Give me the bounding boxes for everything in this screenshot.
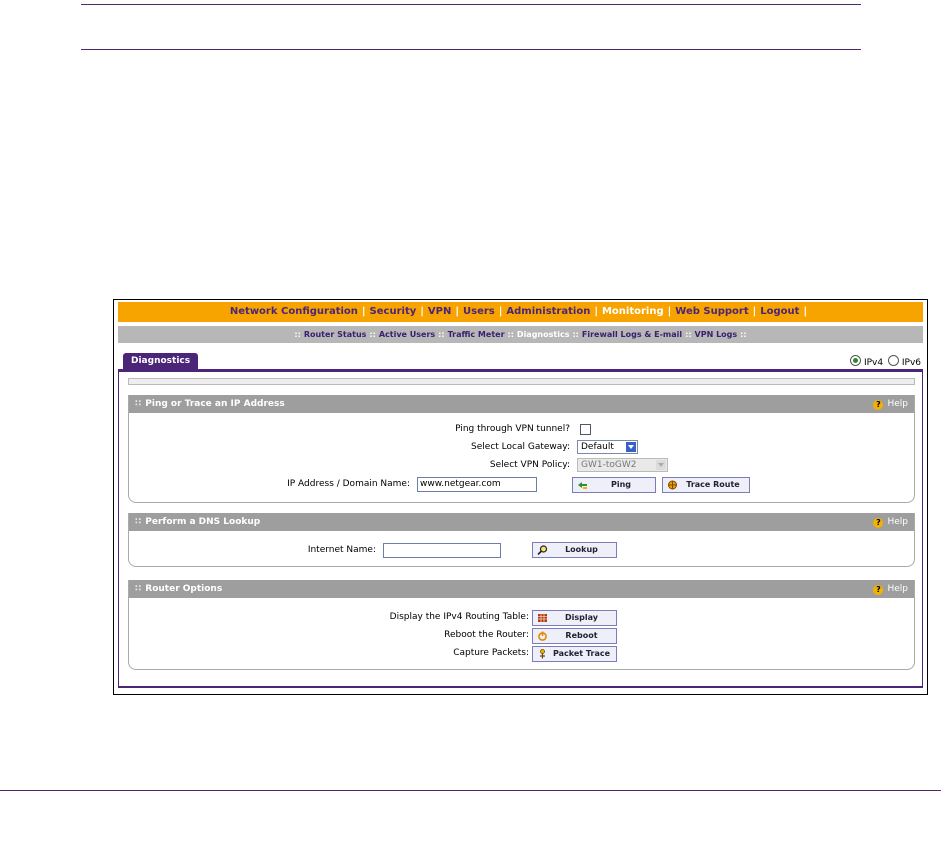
ipv4-radio[interactable] xyxy=(850,355,862,366)
internet-name-input[interactable] xyxy=(383,543,501,558)
ping-help[interactable]: ? Help xyxy=(873,395,908,413)
top-rule-2 xyxy=(81,49,861,50)
content-panel: ∷ Ping or Trace an IP Address ? Help Ping … xyxy=(118,372,923,688)
subnav-diagnostics[interactable]: Diagnostics xyxy=(517,330,570,339)
nav-separator: | xyxy=(752,306,757,317)
dns-section: ∷ Perform a DNS Lookup ? Help Internet Nam… xyxy=(128,513,915,567)
subnav-active-users[interactable]: Active Users xyxy=(379,330,435,339)
screenshot-frame: Network Configuration | Security | VPN | Users… xyxy=(113,299,928,695)
top-nav: Network Configuration | Security | VPN | Users… xyxy=(118,302,923,322)
vpn-tunnel-checkbox[interactable] xyxy=(580,424,591,435)
magnifier-icon xyxy=(537,545,548,555)
help-label: Help xyxy=(887,584,908,594)
ip-label: IP Address / Domain Name: xyxy=(287,479,410,489)
ping-section-title: Ping or Trace an IP Address xyxy=(145,399,285,409)
router-options-header: ∷ Router Options ? Help xyxy=(129,580,914,598)
subnav-separator: :: xyxy=(438,330,445,339)
nav-network-configuration[interactable]: Network Configuration xyxy=(230,306,358,317)
dns-section-header: ∷ Perform a DNS Lookup ? Help xyxy=(129,513,914,531)
policy-select[interactable]: GW1-toGW2 xyxy=(577,458,668,472)
dns-help[interactable]: ? Help xyxy=(873,513,908,531)
lookup-button[interactable]: Lookup xyxy=(532,542,617,558)
ping-button-label: Ping xyxy=(610,480,632,489)
policy-label: Select VPN Policy: xyxy=(489,460,570,470)
subnav-separator: :: xyxy=(369,330,376,339)
display-button-label: Display xyxy=(565,613,598,622)
nav-separator: | xyxy=(420,306,424,317)
nav-web-support[interactable]: Web Support xyxy=(675,306,748,317)
grip-icon: ∷ xyxy=(135,517,142,527)
subnav-router-status[interactable]: Router Status xyxy=(304,330,367,339)
router-options-title: Router Options xyxy=(145,584,223,594)
gateway-select[interactable]: Default xyxy=(577,440,638,454)
routing-table-label: Display the IPv4 Routing Table: xyxy=(389,612,529,622)
ipv4-label: IPv4 xyxy=(863,358,884,368)
nav-separator: | xyxy=(803,306,808,317)
packet-trace-button[interactable]: Packet Trace xyxy=(532,646,617,662)
ip-input[interactable]: www.netgear.com xyxy=(417,477,537,492)
reboot-label: Reboot the Router: xyxy=(444,630,529,640)
nav-security[interactable]: Security xyxy=(370,306,417,317)
gateway-value: Default xyxy=(581,442,614,452)
nav-users[interactable]: Users xyxy=(463,306,495,317)
help-icon: ? xyxy=(873,585,884,595)
display-button[interactable]: Display xyxy=(532,610,617,626)
packet-trace-button-label: Packet Trace xyxy=(552,649,611,658)
internet-name-label: Internet Name: xyxy=(307,545,376,555)
capture-packets-label: Capture Packets: xyxy=(453,648,529,658)
sub-nav: :: Router Status:: Active Users:: Traffic M… xyxy=(118,326,923,343)
bottom-rule xyxy=(0,790,941,791)
reboot-button[interactable]: Reboot xyxy=(532,628,617,644)
packet-icon xyxy=(540,649,545,659)
power-icon xyxy=(538,631,547,641)
grip-icon: ∷ xyxy=(135,399,142,409)
ipv6-radio[interactable] xyxy=(887,355,899,366)
nav-monitoring[interactable]: Monitoring xyxy=(602,306,664,317)
ip-version-selector: IPv4 IPv6 xyxy=(848,355,921,368)
chevron-down-icon xyxy=(656,460,666,470)
table-icon xyxy=(538,614,547,622)
help-icon: ? xyxy=(873,518,884,528)
top-rule-1 xyxy=(81,4,861,5)
nav-separator: | xyxy=(667,306,672,317)
nav-separator: | xyxy=(498,306,503,317)
chevron-down-icon xyxy=(626,442,636,452)
subnav-separator: :: xyxy=(685,330,692,339)
subnav-firewall-logs-e-mail[interactable]: Firewall Logs & E-mail xyxy=(582,330,682,339)
progress-bar xyxy=(128,378,915,385)
tab-diagnostics[interactable]: Diagnostics xyxy=(123,353,199,369)
reboot-button-label: Reboot xyxy=(565,631,598,640)
ping-section-header: ∷ Ping or Trace an IP Address ? Help xyxy=(129,395,914,413)
nav-vpn[interactable]: VPN xyxy=(428,306,451,317)
help-label: Help xyxy=(887,399,908,409)
subnav-vpn-logs[interactable]: VPN Logs xyxy=(695,330,738,339)
gateway-label: Select Local Gateway: xyxy=(471,442,570,452)
grip-icon: ∷ xyxy=(135,584,142,594)
policy-value: GW1-toGW2 xyxy=(581,460,637,470)
subnav-separator: :: xyxy=(294,330,301,339)
trace-route-button[interactable]: Trace Route xyxy=(662,477,750,493)
nav-logout[interactable]: Logout xyxy=(760,306,799,317)
trace-route-button-label: Trace Route xyxy=(686,480,740,489)
dns-section-title: Perform a DNS Lookup xyxy=(145,517,261,527)
ping-section: ∷ Ping or Trace an IP Address ? Help Ping … xyxy=(128,395,915,503)
subnav-separator: :: xyxy=(740,330,747,339)
router-options-section: ∷ Router Options ? Help Display the IPv4 R… xyxy=(128,580,915,670)
nav-administration[interactable]: Administration xyxy=(506,306,590,317)
nav-separator: | xyxy=(455,306,459,317)
router-help[interactable]: ? Help xyxy=(873,580,908,598)
nav-separator: | xyxy=(594,306,598,317)
lookup-button-label: Lookup xyxy=(565,545,598,554)
help-icon: ? xyxy=(873,400,884,410)
help-label: Help xyxy=(887,517,908,527)
ping-icon xyxy=(578,482,587,489)
vpn-tunnel-label: Ping through VPN tunnel? xyxy=(455,424,570,434)
ipv6-label: IPv6 xyxy=(901,358,921,368)
subnav-separator: :: xyxy=(572,330,579,339)
ping-button[interactable]: Ping xyxy=(572,477,656,493)
nav-separator: | xyxy=(361,306,366,317)
subnav-traffic-meter[interactable]: Traffic Meter xyxy=(448,330,505,339)
subnav-separator: :: xyxy=(507,330,514,339)
crosshair-icon xyxy=(668,480,677,490)
